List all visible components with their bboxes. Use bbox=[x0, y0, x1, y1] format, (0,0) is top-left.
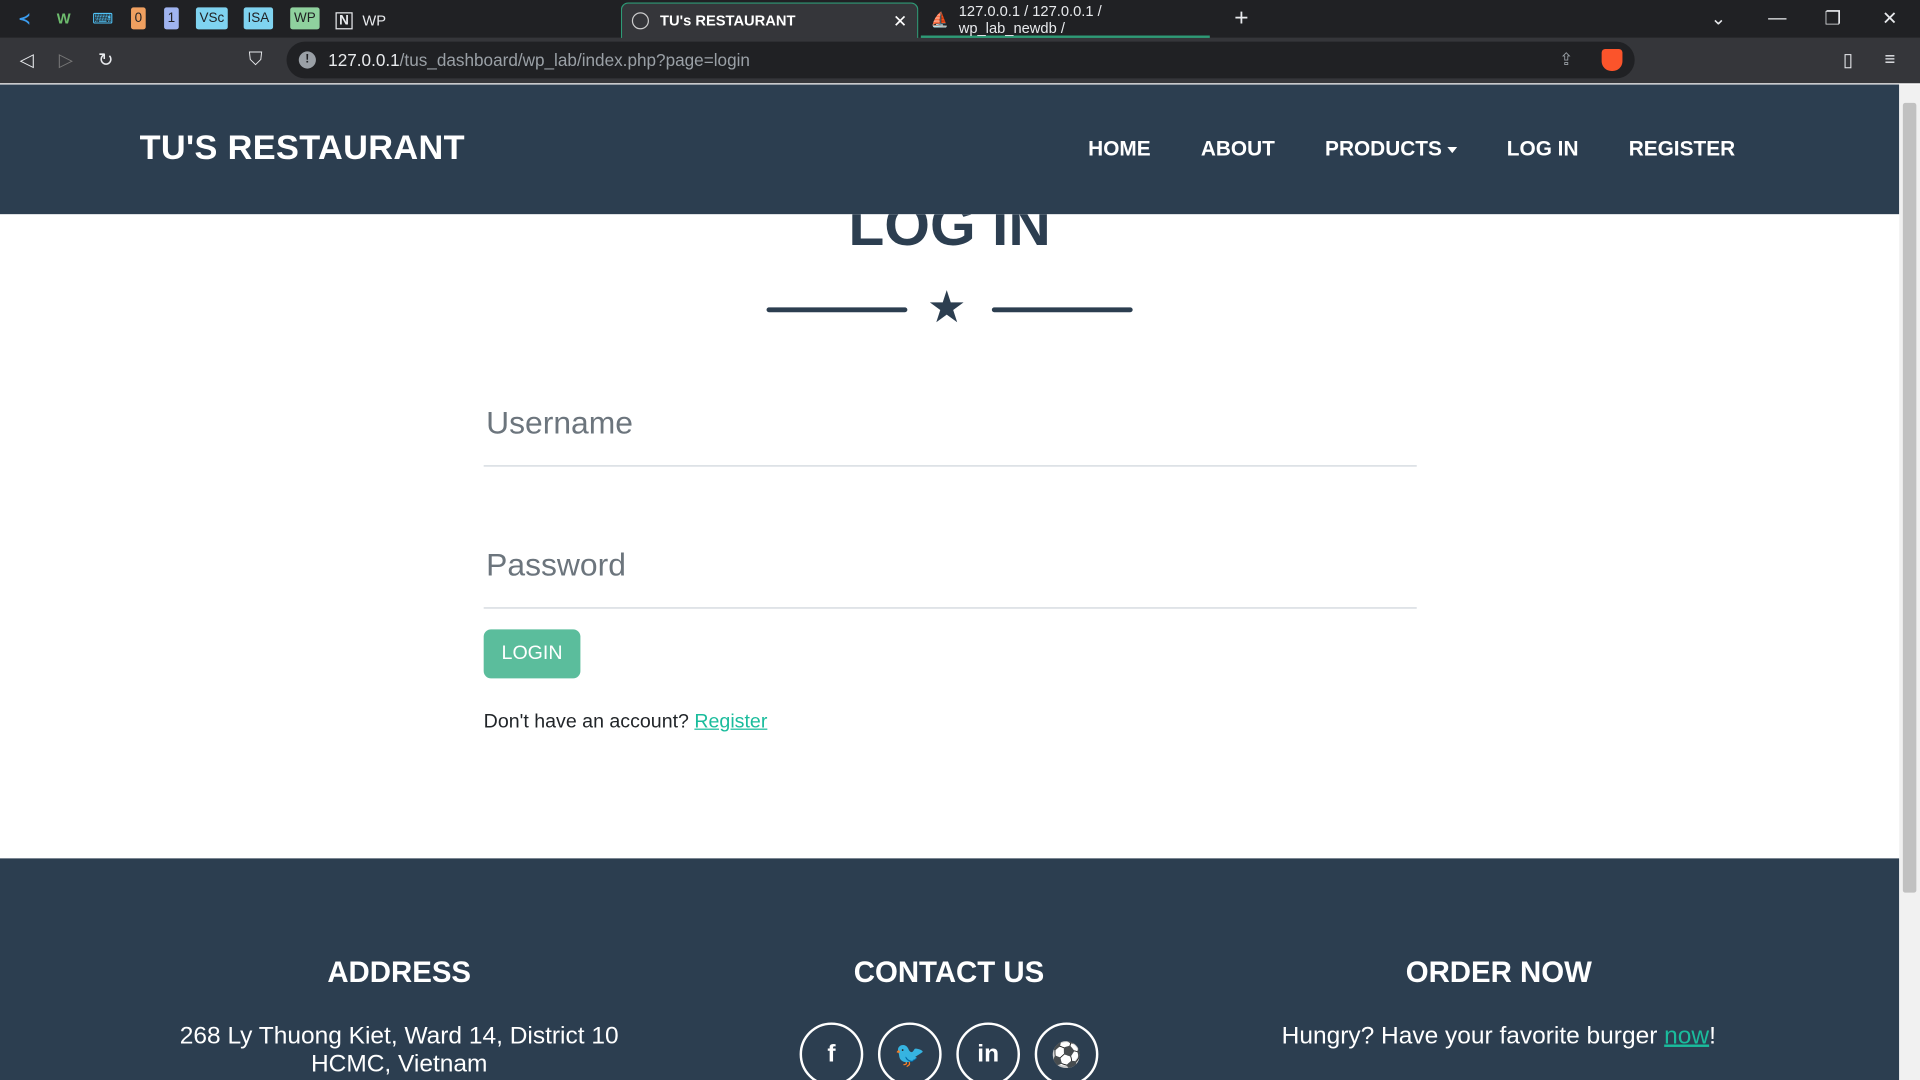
brave-shields-icon[interactable] bbox=[1601, 48, 1623, 72]
forward-icon[interactable]: ▷ bbox=[59, 49, 73, 71]
nav-login[interactable]: LOG IN bbox=[1507, 137, 1579, 161]
login-section: LOG IN ★ Username Password LOGIN Don't h… bbox=[0, 214, 1900, 859]
pinned-tab-vscode[interactable]: ≺ bbox=[10, 5, 39, 32]
tab-active-restaurant[interactable]: TU's RESTAURANT ✕ bbox=[620, 2, 919, 38]
password-placeholder: Password bbox=[486, 546, 626, 583]
twitter-icon[interactable]: 🐦 bbox=[877, 1022, 942, 1080]
tab-phpmyadmin[interactable]: ⛵ 127.0.0.1 / 127.0.0.1 / wp_lab_newdb / bbox=[920, 1, 1210, 38]
keyboard-icon: ⌨ bbox=[92, 9, 114, 27]
address-line-2: HCMC, Vietnam bbox=[310, 1050, 488, 1078]
linkedin-icon[interactable]: in bbox=[956, 1022, 1021, 1080]
new-tab-button[interactable]: + bbox=[1234, 5, 1248, 33]
sidebar-icon[interactable]: ▯ bbox=[1843, 49, 1853, 71]
share-icon[interactable]: ⇪ bbox=[1559, 49, 1573, 70]
one-icon: 1 bbox=[164, 7, 179, 30]
tab-notion-wp[interactable]: N WP bbox=[326, 2, 620, 38]
wp-icon: WP bbox=[290, 7, 320, 30]
address-title: ADDRESS bbox=[327, 956, 472, 990]
pinned-tab-isa[interactable]: ISA bbox=[241, 5, 275, 32]
nav-links: HOME ABOUT PRODUCTS LOG IN REGISTER bbox=[1088, 137, 1735, 161]
order-text: Hungry? Have your favorite burger now! bbox=[1281, 1022, 1716, 1050]
register-link[interactable]: Register bbox=[694, 711, 767, 732]
footer-address: ADDRESS 268 Ly Thuong Kiet, Ward 14, Dis… bbox=[142, 956, 656, 1078]
social-links: f 🐦 in ⚽ bbox=[692, 1022, 1206, 1080]
minimize-button[interactable]: — bbox=[1768, 7, 1786, 28]
isa-icon: ISA bbox=[243, 7, 273, 30]
notion-icon: N bbox=[335, 11, 353, 29]
order-now-link[interactable]: now bbox=[1664, 1022, 1709, 1049]
caret-down-icon bbox=[1446, 146, 1457, 154]
phpmyadmin-icon: ⛵ bbox=[930, 10, 949, 28]
tab-title: 127.0.0.1 / 127.0.0.1 / wp_lab_newdb / bbox=[958, 1, 1102, 37]
star-icon: ★ bbox=[926, 281, 967, 332]
no-account-text: Don't have an account? Register bbox=[484, 711, 768, 733]
nav-home[interactable]: HOME bbox=[1088, 137, 1150, 161]
url-text[interactable]: 127.0.0.1/tus_dashboard/wp_lab/index.php… bbox=[328, 50, 750, 70]
pinned-tab-one[interactable]: 1 bbox=[160, 5, 182, 32]
globe-icon bbox=[631, 12, 649, 30]
bookmark-icon[interactable]: ⛉ bbox=[249, 49, 263, 70]
pinned-tab-vsc[interactable]: VSc bbox=[193, 5, 230, 32]
menu-icon[interactable]: ≡ bbox=[1885, 49, 1896, 70]
facebook-icon[interactable]: f bbox=[799, 1022, 864, 1080]
nav-register[interactable]: REGISTER bbox=[1629, 137, 1735, 161]
no-account-label: Don't have an account? bbox=[483, 711, 689, 733]
pinned-tab-w[interactable]: W bbox=[49, 5, 78, 32]
site-brand[interactable]: TU'S RESTAURANT bbox=[140, 129, 465, 168]
footer-order: ORDER NOW Hungry? Have your favorite bur… bbox=[1242, 956, 1756, 1050]
page-scrollbar[interactable] bbox=[1899, 84, 1920, 1080]
close-window-button[interactable]: ✕ bbox=[1882, 7, 1897, 30]
login-button[interactable]: LOGIN bbox=[483, 629, 581, 679]
vscode-icon: ≺ bbox=[18, 9, 31, 27]
page-title: LOG IN bbox=[848, 214, 1051, 259]
site-info-icon[interactable]: ! bbox=[298, 51, 316, 69]
order-title: ORDER NOW bbox=[1405, 956, 1592, 990]
tab-title: WP bbox=[362, 11, 387, 29]
vsc-icon: VSc bbox=[195, 7, 228, 30]
dribbble-icon[interactable]: ⚽ bbox=[1034, 1022, 1099, 1080]
zero-icon: 0 bbox=[130, 7, 146, 30]
password-input[interactable]: Password bbox=[483, 523, 1417, 609]
footer-contact: CONTACT US f 🐦 in ⚽ bbox=[692, 956, 1206, 1080]
address-bar[interactable]: ! 127.0.0.1/tus_dashboard/wp_lab/index.p… bbox=[286, 41, 1635, 79]
nav-about[interactable]: ABOUT bbox=[1201, 137, 1275, 161]
back-icon[interactable]: ◁ bbox=[20, 49, 34, 71]
reload-icon[interactable]: ↻ bbox=[98, 49, 113, 71]
pinned-tab-zero[interactable]: 0 bbox=[127, 5, 149, 32]
browser-toolbar: ◁ ▷ ↻ ⛉ ! 127.0.0.1/tus_dashboard/wp_lab… bbox=[0, 37, 1920, 84]
restore-button[interactable]: ❐ bbox=[1825, 7, 1841, 30]
divider-line-right bbox=[991, 307, 1133, 313]
scrollbar-thumb[interactable] bbox=[1902, 102, 1917, 893]
contact-title: CONTACT US bbox=[853, 956, 1045, 990]
site-footer: ADDRESS 268 Ly Thuong Kiet, Ward 14, Dis… bbox=[0, 858, 1900, 1080]
close-tab-icon[interactable]: ✕ bbox=[893, 10, 907, 31]
tab-title: TU's RESTAURANT bbox=[660, 12, 796, 30]
w-icon: W bbox=[56, 9, 71, 27]
pinned-tab-keyboard[interactable]: ⌨ bbox=[88, 5, 117, 32]
pinned-tab-wp[interactable]: WP bbox=[289, 5, 321, 32]
site-navbar: TU'S RESTAURANT HOME ABOUT PRODUCTS LOG … bbox=[0, 84, 1900, 215]
address-line-1: 268 Ly Thuong Kiet, Ward 14, District 10 bbox=[179, 1022, 619, 1050]
username-input[interactable]: Username bbox=[483, 381, 1417, 467]
tab-search-icon[interactable]: ⌄ bbox=[1711, 7, 1726, 30]
nav-products[interactable]: PRODUCTS bbox=[1325, 137, 1457, 161]
divider-line-left bbox=[766, 307, 908, 313]
browser-tab-bar: ≺ W ⌨ 0 1 VSc ISA WP N WP TU's RESTAURAN… bbox=[0, 0, 1920, 38]
username-placeholder: Username bbox=[486, 404, 633, 441]
